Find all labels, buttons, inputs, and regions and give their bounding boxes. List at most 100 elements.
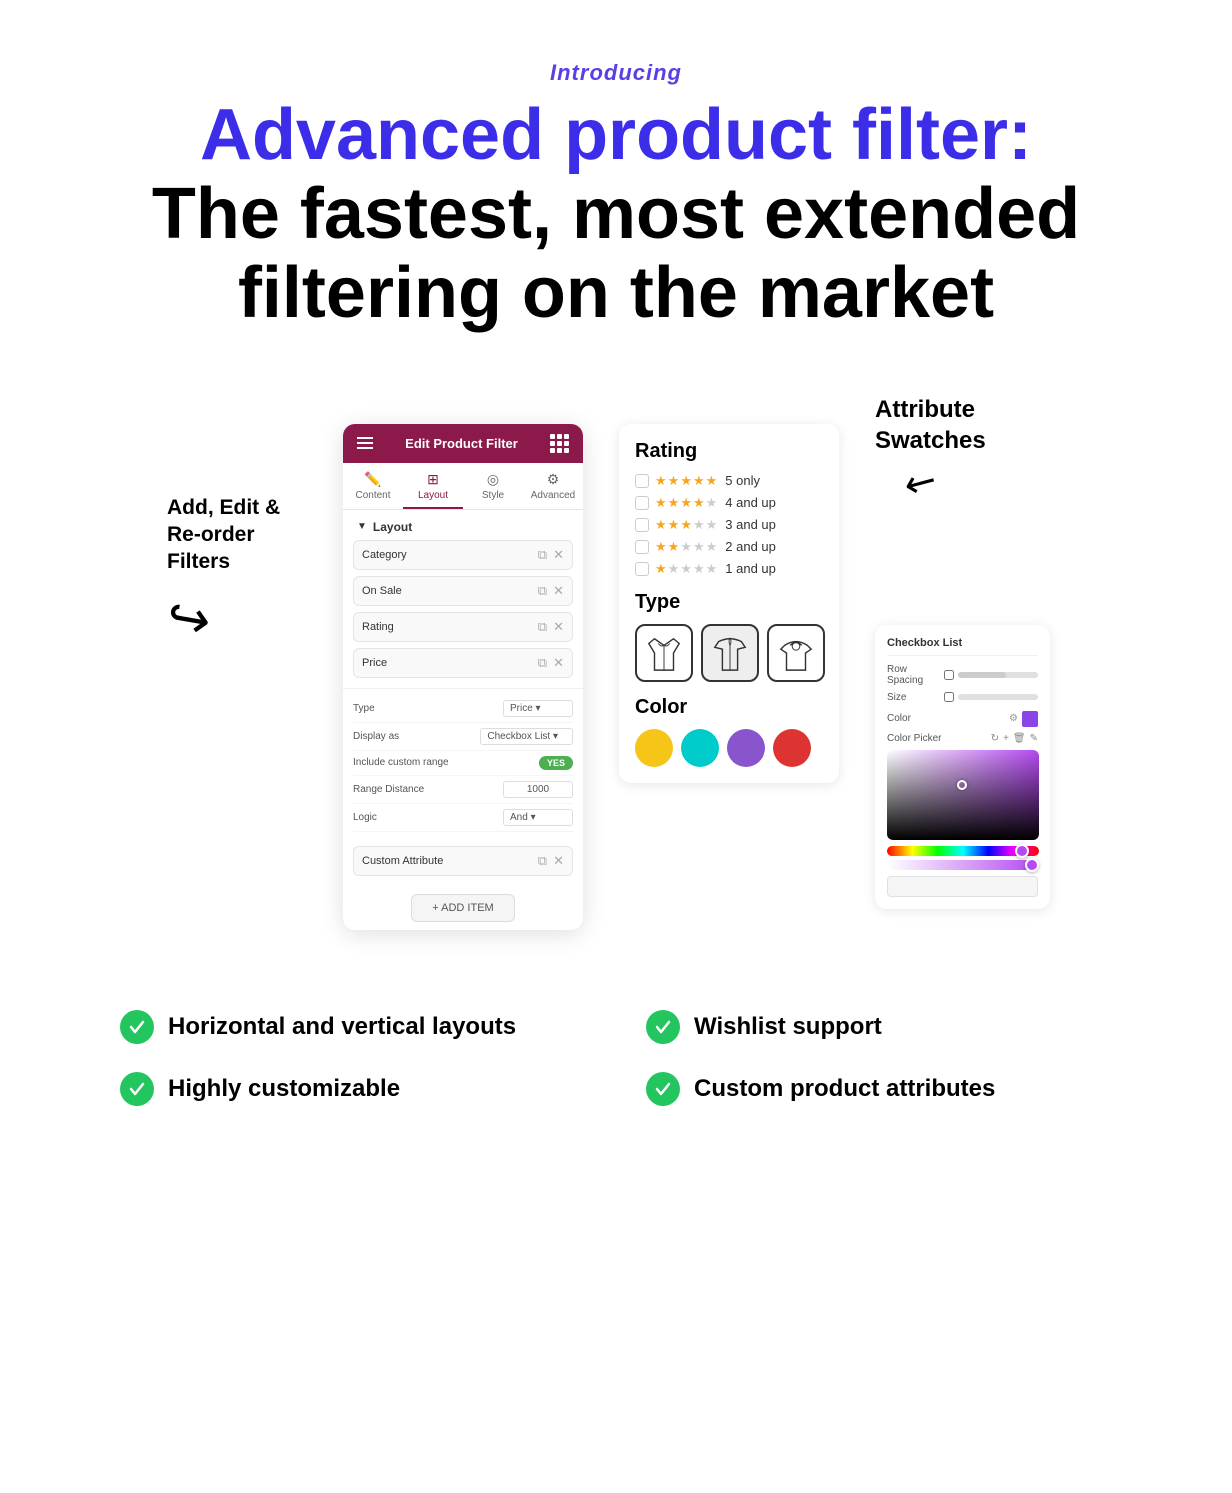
add-icon[interactable]: + [1003, 733, 1009, 744]
checkbox-2[interactable] [635, 540, 649, 554]
add-item-button[interactable]: + ADD ITEM [411, 894, 514, 922]
setting-display: Display as Checkbox List ▾ [353, 723, 573, 751]
rating-row-1: ★ ★ ★ ★ ★ 1 and up [635, 561, 823, 577]
feature-horizontal: Horizontal and vertical layouts [120, 1010, 586, 1044]
row-spacing-slider[interactable] [958, 672, 1038, 678]
right-section: Attribute Swatches ↙ Checkbox List Row S… [875, 394, 1065, 909]
check-badge-4 [646, 1072, 680, 1106]
checkbox-3[interactable] [635, 518, 649, 532]
grid-icon [550, 434, 569, 453]
edit-icon[interactable]: ✎ [1030, 733, 1038, 744]
hue-slider[interactable] [887, 846, 1039, 856]
rating-row-4: ★ ★ ★ ★ ★ 4 and up [635, 495, 823, 511]
filter-panel-header: Edit Product Filter [343, 424, 583, 463]
check-icon-2 [654, 1018, 672, 1036]
copy-icon-3[interactable]: ⧉ [538, 619, 547, 635]
annotation-right-text: Attribute Swatches [875, 394, 1065, 456]
swatch-yellow[interactable] [635, 729, 673, 767]
setting-range-distance: Range Distance 1000 [353, 776, 573, 804]
color-square[interactable] [1022, 711, 1038, 727]
hue-slider-thumb [1015, 844, 1029, 858]
tab-advanced[interactable]: ⚙ Advanced [523, 463, 583, 509]
copy-icon-5[interactable]: ⧉ [538, 853, 547, 869]
type-dropdown[interactable]: Price ▾ [503, 700, 573, 717]
jacket-icon-1 [645, 634, 683, 672]
feature-wishlist: Wishlist support [646, 1010, 1112, 1044]
close-icon-4[interactable]: ✕ [553, 655, 564, 671]
gradient-dot [957, 780, 967, 790]
check-icon-3 [128, 1080, 146, 1098]
feature-customizable: Highly customizable [120, 1072, 586, 1106]
check-icon-1 [128, 1018, 146, 1036]
color-swatches [635, 729, 823, 767]
setting-custom-range: Include custom range YES [353, 751, 573, 776]
swatch-cyan[interactable] [681, 729, 719, 767]
refresh-icon[interactable]: ↻ [991, 733, 999, 744]
feature-label-1: Horizontal and vertical layouts [168, 1013, 516, 1041]
type-item-1[interactable] [635, 624, 693, 682]
logic-dropdown[interactable]: And ▾ [503, 809, 573, 826]
setting-type: Type Price ▾ [353, 695, 573, 723]
size-checkbox[interactable] [944, 692, 954, 702]
toggle-custom-range[interactable]: YES [539, 756, 573, 770]
checkbox-4[interactable] [635, 496, 649, 510]
swatches-panel-title: Checkbox List [887, 637, 1038, 656]
section-arrow: ▼ [357, 521, 367, 532]
close-icon[interactable]: ✕ [553, 547, 564, 563]
filter-item-onsale: On Sale ⧉ ✕ [353, 576, 573, 606]
hamburger-icon [357, 437, 373, 449]
display-dropdown[interactable]: Checkbox List ▾ [480, 728, 573, 745]
annotation-right: Attribute Swatches ↙ [875, 394, 1065, 505]
rating-row-2: ★ ★ ★ ★ ★ 2 and up [635, 539, 823, 555]
trash-icon[interactable]: 🗑 [1013, 733, 1026, 744]
color-gradient[interactable] [887, 750, 1039, 840]
opacity-slider-thumb [1025, 858, 1039, 872]
rating-type-panel: Rating ★ ★ ★ ★ ★ 5 only [619, 424, 839, 783]
filter-item-price: Price ⧉ ✕ [353, 648, 573, 678]
check-icon-4 [654, 1080, 672, 1098]
features-section: Horizontal and vertical layouts Wishlist… [0, 950, 1232, 1166]
introducing-label: Introducing [40, 60, 1192, 86]
check-badge-2 [646, 1010, 680, 1044]
copy-icon[interactable]: ⧉ [538, 547, 547, 563]
feature-label-3: Highly customizable [168, 1075, 400, 1103]
size-slider[interactable] [958, 694, 1038, 700]
type-item-2[interactable] [701, 624, 759, 682]
rating-row-5: ★ ★ ★ ★ ★ 5 only [635, 473, 823, 489]
copy-icon-2[interactable]: ⧉ [538, 583, 547, 599]
opacity-slider[interactable] [887, 860, 1039, 870]
jacket-icon-2 [711, 634, 749, 672]
checkbox-1[interactable] [635, 562, 649, 576]
row-spacing-checkbox[interactable] [944, 670, 954, 680]
close-icon-2[interactable]: ✕ [553, 583, 564, 599]
stars-4: ★ ★ ★ ★ ★ [655, 495, 717, 511]
rating-title: Rating [635, 440, 823, 463]
color-picker-actions: ↻ + 🗑 ✎ [991, 733, 1038, 744]
stars-5: ★ ★ ★ ★ ★ [655, 473, 717, 489]
tab-style[interactable]: ◎ Style [463, 463, 523, 509]
copy-icon-4[interactable]: ⧉ [538, 655, 547, 671]
header-section: Introducing Advanced product filter: The… [0, 0, 1232, 374]
tab-layout[interactable]: ⊞ Layout [403, 463, 463, 509]
color-picker-title: Color Picker ↻ + 🗑 ✎ [887, 733, 1038, 744]
hex-input[interactable]: #D28CDA [887, 876, 1038, 897]
tab-advanced-icon: ⚙ [527, 471, 579, 488]
row-spacing-row: Row Spacing [887, 664, 1038, 686]
type-item-3[interactable] [767, 624, 825, 682]
tab-content[interactable]: ✏️ Content [343, 463, 403, 509]
swatch-red[interactable] [773, 729, 811, 767]
checkbox-5[interactable] [635, 474, 649, 488]
annotation-left-text: Add, Edit &Re-orderFilters [167, 494, 280, 576]
filter-panel: Edit Product Filter ✏️ Content ⊞ [343, 424, 583, 930]
close-icon-3[interactable]: ✕ [553, 619, 564, 635]
filter-panel-title: Edit Product Filter [405, 436, 518, 451]
stars-2: ★ ★ ★ ★ ★ [655, 539, 717, 555]
feature-label-2: Wishlist support [694, 1013, 882, 1041]
annotation-left: Add, Edit &Re-orderFilters ↩ [167, 394, 327, 650]
jacket-icon-3 [777, 634, 815, 672]
close-icon-5[interactable]: ✕ [553, 853, 564, 869]
color-title: Color [635, 696, 823, 719]
swatch-purple[interactable] [727, 729, 765, 767]
filter-item-rating: Rating ⧉ ✕ [353, 612, 573, 642]
range-distance-input[interactable]: 1000 [503, 781, 573, 798]
